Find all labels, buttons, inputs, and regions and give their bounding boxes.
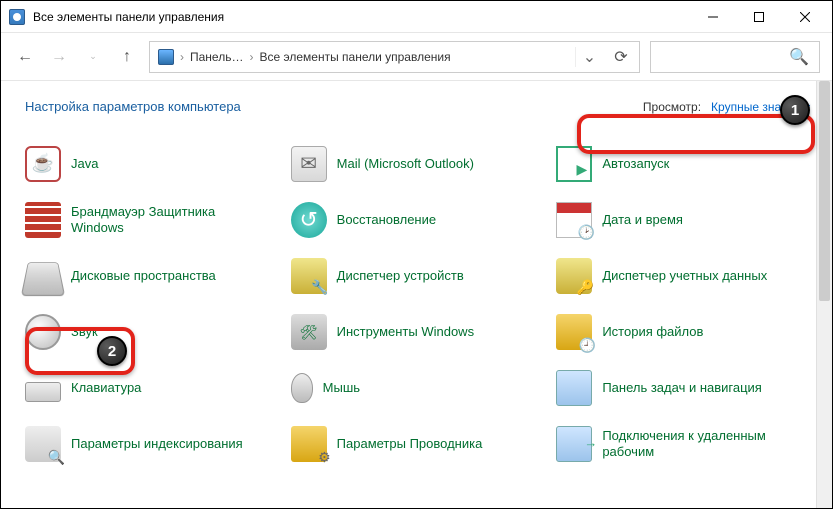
annotation-badge-1: 1 (780, 95, 810, 125)
item-autorun[interactable]: Автозапуск (556, 144, 812, 184)
item-mail[interactable]: Mail (Microsoft Outlook) (291, 144, 547, 184)
window-title: Все элементы панели управления (33, 10, 690, 24)
item-java[interactable]: Java (25, 144, 281, 184)
scrollbar-thumb[interactable] (819, 81, 830, 301)
credential-manager-icon (556, 258, 592, 294)
address-bar[interactable]: › Панель… › Все элементы панели управлен… (149, 41, 640, 73)
minimize-button[interactable] (690, 1, 736, 33)
recent-dropdown[interactable]: ⌄ (81, 45, 105, 69)
search-input[interactable]: 🔍 (650, 41, 820, 73)
item-diskspace[interactable]: Дисковые пространства (25, 256, 281, 296)
item-keyboard[interactable]: Клавиатура (25, 368, 281, 408)
maximize-button[interactable] (736, 1, 782, 33)
item-indexing[interactable]: Параметры индексирования (25, 424, 281, 464)
breadcrumb-separator: › (249, 50, 253, 64)
firewall-icon (25, 202, 61, 238)
sound-icon (25, 314, 61, 350)
item-firewall[interactable]: Брандмауэр Защитника Windows (25, 200, 281, 240)
page-title: Настройка параметров компьютера (25, 99, 241, 114)
item-restore[interactable]: Восстановление (291, 200, 547, 240)
autorun-icon (556, 146, 592, 182)
device-manager-icon (291, 258, 327, 294)
refresh-button[interactable]: ⟳ (603, 47, 639, 67)
forward-button[interactable]: → (47, 45, 71, 69)
restore-icon (291, 202, 327, 238)
file-history-icon (556, 314, 592, 350)
java-icon (25, 146, 61, 182)
item-history[interactable]: История файлов (556, 312, 812, 352)
system-icon (158, 49, 174, 65)
explorer-options-icon (291, 426, 327, 462)
breadcrumb-seg1[interactable]: Панель… (190, 50, 243, 64)
item-explorer[interactable]: Параметры Проводника (291, 424, 547, 464)
item-sound[interactable]: Звук (25, 312, 281, 352)
view-label: Просмотр: (643, 100, 701, 114)
breadcrumb-separator: › (180, 50, 184, 64)
datetime-icon (556, 202, 592, 238)
item-mouse[interactable]: Мышь (291, 368, 547, 408)
mail-icon (291, 146, 327, 182)
breadcrumb-seg2[interactable]: Все элементы панели управления (259, 50, 450, 64)
item-devmgr[interactable]: Диспетчер устройств (291, 256, 547, 296)
item-remote[interactable]: Подключения к удаленным рабочим (556, 424, 812, 464)
close-button[interactable] (782, 1, 828, 33)
mouse-icon (291, 373, 313, 403)
item-taskbar[interactable]: Панель задач и навигация (556, 368, 812, 408)
vertical-scrollbar[interactable] (816, 81, 832, 508)
control-panel-icon (9, 9, 25, 25)
windows-tools-icon (291, 314, 327, 350)
address-dropdown[interactable]: ⌄ (575, 47, 603, 67)
taskbar-icon (556, 370, 592, 406)
up-button[interactable]: ↑ (115, 45, 139, 69)
remote-desktop-icon (556, 426, 592, 462)
item-wintools[interactable]: Инструменты Windows (291, 312, 547, 352)
item-datetime[interactable]: Дата и время (556, 200, 812, 240)
item-credmgr[interactable]: Диспетчер учетных данных (556, 256, 812, 296)
back-button[interactable]: ← (13, 45, 37, 69)
search-icon: 🔍 (789, 47, 809, 67)
keyboard-icon (25, 382, 61, 402)
annotation-badge-2: 2 (97, 336, 127, 366)
disk-icon (21, 262, 65, 296)
indexing-icon (25, 426, 61, 462)
